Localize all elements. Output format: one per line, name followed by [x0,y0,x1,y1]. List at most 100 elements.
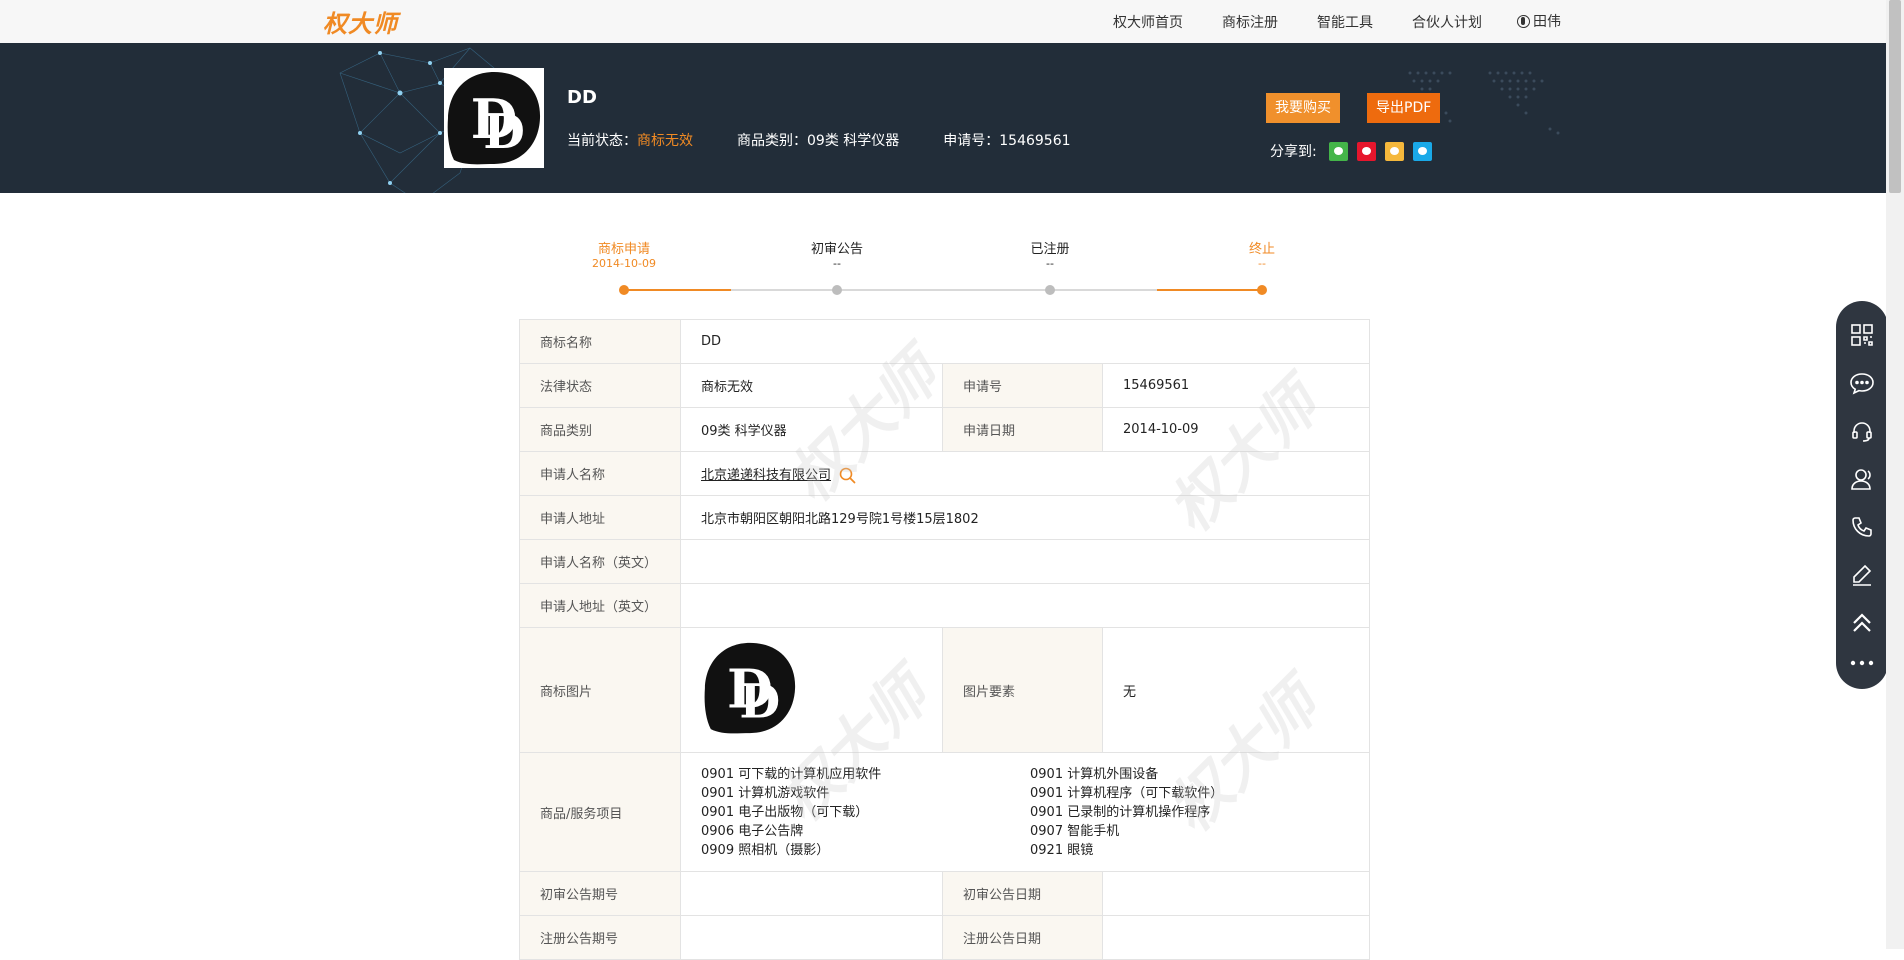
floating-toolbar [1836,301,1888,689]
headset-icon[interactable] [1848,417,1876,445]
user-icon [1517,14,1530,28]
share-bar: 分享到: [1270,141,1432,161]
nav-link-smart-tools[interactable]: 智能工具 [1317,12,1373,32]
step-dot [1257,285,1267,295]
user-menu[interactable]: 田伟 [1517,11,1561,31]
step-label: 初审公告 [810,242,863,257]
table-row: 初审公告期号 初审公告日期 [519,871,1370,916]
step-dot [832,285,842,295]
field-label: 图片要素 [942,627,1103,753]
list-item: 0901 计算机外围设备 [1030,766,1159,782]
category-value: 09类 科学仪器 [807,133,900,149]
list-item: 0906 电子公告牌 [701,823,804,839]
prelim-announcement-date-value [1102,871,1370,916]
progress-line-segment [731,289,1157,291]
more-icon[interactable] [1848,649,1876,677]
category-label: 商品类别： [737,133,807,149]
top-navigation: 权大师 权大师首页 商标注册 智能工具 合伙人计划 田伟 [0,0,1904,44]
field-label: 初审公告期号 [519,871,681,916]
trademark-details-table: 商标名称 DD 法律状态 商标无效 申请号 15469561 商品类别 09类 … [519,319,1370,960]
table-row: 申请人地址 北京市朝阳区朝阳北路129号院1号楼15层1802 [519,495,1370,540]
step-dot [619,285,629,295]
status-label: 当前状态： [567,133,637,149]
step-date: -- [833,257,841,270]
field-label: 申请号 [942,363,1103,408]
qq-share-icon[interactable] [1412,141,1432,161]
svg-text:D: D [483,104,525,160]
step-date: -- [1046,257,1054,270]
goods-category: 商品类别：09类 科学仪器 [737,130,899,150]
current-status: 当前状态：商标无效 [567,130,693,150]
status-progress: 商标申请 2014-10-09 初审公告 -- 已注册 -- 终止 -- [560,238,1275,298]
progress-line-segment [624,289,731,291]
nav-link-home[interactable]: 权大师首页 [1113,12,1183,32]
appno-value: 15469561 [999,133,1071,149]
trademark-image: D D [704,642,796,734]
goods-services-list: 0901 可下载的计算机应用软件 0901 计算机外围设备 0901 计算机游戏… [701,765,1349,860]
table-row: 申请人名称 北京递递科技有限公司 [519,451,1370,496]
field-label: 商标图片 [519,627,681,753]
field-label: 申请人名称 [519,451,681,496]
field-label: 申请人地址 [519,495,681,540]
trademark-image-cell: D D [680,627,943,753]
list-item: 0901 电子出版物（可下载） [701,804,869,820]
list-item: 0901 计算机程序（可下载软件） [1030,785,1224,801]
table-row: 商标图片 D D 图片要素 无 [519,627,1370,753]
phone-icon[interactable] [1848,513,1876,541]
applicant-address-en-value [680,583,1370,628]
wechat-share-icon[interactable] [1328,141,1348,161]
trademark-header-banner: D D DD 当前状态：商标无效 商品类别：09类 科学仪器 申请号：15469… [0,43,1886,193]
step-preliminary-announcement: 初审公告 -- [777,238,897,271]
application-number: 申请号：15469561 [943,130,1070,150]
step-terminated: 终止 -- [1202,238,1322,271]
field-label: 初审公告日期 [942,871,1103,916]
scrollbar-thumb[interactable] [1889,0,1901,193]
legal-status-value: 商标无效 [680,363,943,408]
field-label: 商品/服务项目 [519,752,681,872]
trademark-name-title: DD [567,87,597,108]
step-label: 商标申请 [597,242,650,257]
field-label: 注册公告日期 [942,915,1103,960]
trademark-name-value: DD [680,319,1370,364]
list-item: 0901 已录制的计算机操作程序 [1030,804,1211,820]
applicant-address-value: 北京市朝阳区朝阳北路129号院1号楼15层1802 [680,495,1370,540]
step-label: 终止 [1248,242,1275,257]
chat-icon[interactable] [1848,369,1876,397]
nav-link-partner-program[interactable]: 合伙人计划 [1412,12,1482,32]
step-date: 2014-10-09 [592,257,656,270]
edit-icon[interactable] [1848,561,1876,589]
contacts-icon[interactable] [1848,465,1876,493]
reg-announcement-number-value [680,915,943,960]
nav-links: 权大师首页 商标注册 智能工具 合伙人计划 [1113,12,1521,32]
site-logo[interactable]: 权大师 [323,4,398,39]
list-item: 0921 眼镜 [1030,842,1094,858]
field-label: 申请人名称（英文） [519,539,681,584]
application-number-value: 15469561 [1102,363,1370,408]
step-registered: 已注册 -- [990,238,1110,271]
step-date: -- [1258,257,1266,270]
export-pdf-button[interactable]: 导出PDF [1367,93,1441,123]
weibo-share-icon[interactable] [1356,141,1376,161]
trademark-logo-thumbnail: D D [444,68,544,168]
list-item: 0901 可下载的计算机应用软件 [701,766,882,782]
nav-link-trademark-registration[interactable]: 商标注册 [1222,12,1278,32]
share-label: 分享到: [1270,144,1317,160]
status-value: 商标无效 [637,133,693,149]
back-to-top-icon[interactable] [1848,609,1876,637]
prelim-announcement-number-value [680,871,943,916]
buy-button[interactable]: 我要购买 [1266,93,1340,123]
appno-label: 申请号： [943,133,1000,149]
qrcode-icon[interactable] [1848,321,1876,349]
search-icon[interactable] [839,467,856,484]
table-row: 法律状态 商标无效 申请号 15469561 [519,363,1370,408]
step-dot [1045,285,1055,295]
field-label: 法律状态 [519,363,681,408]
field-label: 注册公告期号 [519,915,681,960]
applicant-name-link[interactable]: 北京递递科技有限公司 [701,468,831,483]
category-value: 09类 科学仪器 [680,407,943,452]
list-item: 0907 智能手机 [1030,823,1120,839]
qzone-share-icon[interactable] [1384,141,1404,161]
table-row: 商品类别 09类 科学仪器 申请日期 2014-10-09 [519,407,1370,452]
field-label: 商品类别 [519,407,681,452]
table-row: 商品/服务项目 0901 可下载的计算机应用软件 0901 计算机外围设备 09… [519,752,1370,872]
